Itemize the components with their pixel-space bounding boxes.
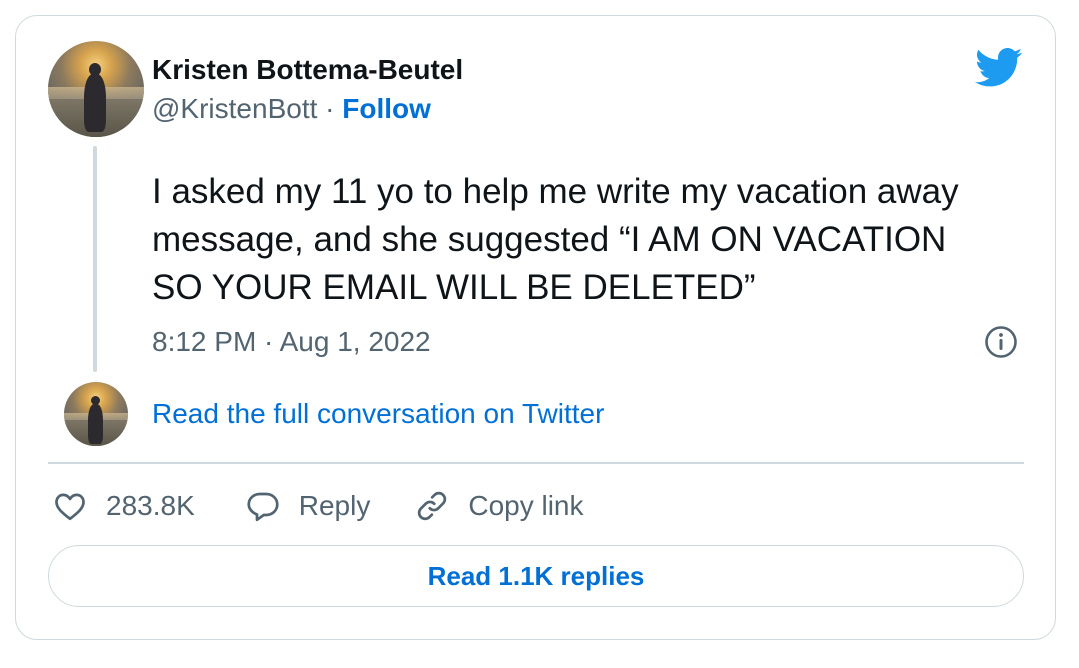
thread-connector-line — [93, 146, 97, 372]
tweet-actions: 283.8K Reply Copy link — [52, 484, 584, 528]
handle-row: @KristenBott · Follow — [152, 93, 431, 125]
read-replies-button[interactable]: Read 1.1K replies — [48, 545, 1024, 607]
author-handle[interactable]: @KristenBott — [152, 93, 317, 124]
copy-link-button[interactable]: Copy link — [414, 488, 584, 524]
handle-separator: · — [325, 93, 335, 124]
info-icon[interactable] — [984, 325, 1018, 359]
reply-label: Reply — [298, 490, 371, 521]
heart-icon — [55, 493, 85, 521]
tweet-text: I asked my 11 yo to help me write my vac… — [152, 172, 959, 307]
divider — [48, 462, 1024, 464]
conversation-avatar[interactable] — [64, 382, 128, 446]
follow-button[interactable]: Follow — [342, 93, 431, 124]
tweet-timestamp[interactable]: 8:12 PM · Aug 1, 2022 — [152, 326, 431, 358]
read-full-conversation-link[interactable]: Read the full conversation on Twitter — [152, 398, 604, 430]
like-button[interactable]: 283.8K — [52, 488, 195, 524]
author-avatar[interactable] — [48, 41, 144, 137]
like-count: 283.8K — [106, 490, 195, 521]
link-icon — [418, 491, 447, 521]
reply-button[interactable]: Reply — [245, 488, 371, 524]
copy-link-label: Copy link — [468, 490, 584, 521]
author-name[interactable]: Kristen Bottema-Beutel — [152, 54, 463, 86]
speech-bubble-icon — [247, 492, 279, 522]
twitter-bird-icon[interactable] — [975, 48, 1023, 88]
